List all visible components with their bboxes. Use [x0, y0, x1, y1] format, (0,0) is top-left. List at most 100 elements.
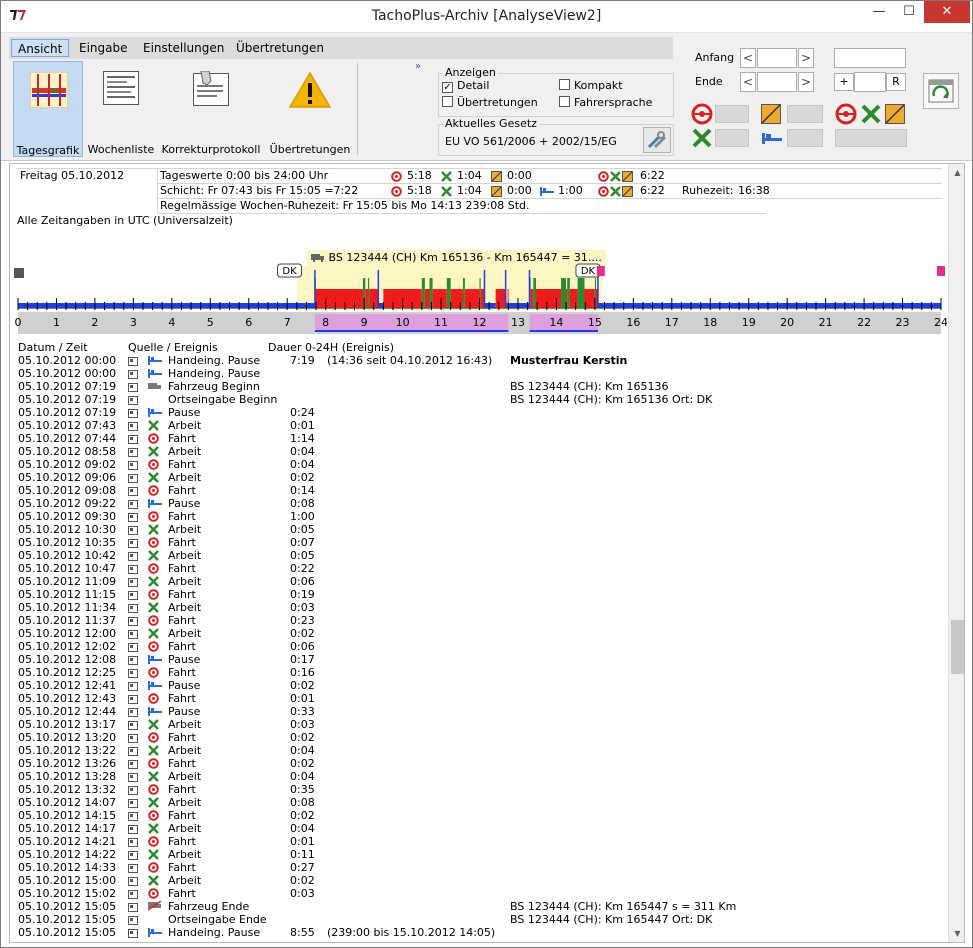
log-row[interactable]: 05.10.2012 15:05 Fahrzeug Ende BS 123444 (… [18, 900, 938, 913]
log-row[interactable]: 05.10.2012 15:02 Fahrt 0:03 [18, 887, 938, 900]
anfang-next-button[interactable]: > [798, 48, 814, 68]
maximize-button[interactable]: ☐ [894, 1, 924, 23]
log-row[interactable]: 05.10.2012 14:33 Fahrt 0:27 [18, 861, 938, 874]
kompakt-checkbox[interactable]: Kompakt [559, 79, 623, 92]
scroll-down-icon[interactable]: ▼ [949, 925, 964, 942]
vertical-scrollbar[interactable]: ▲ ▼ [948, 164, 964, 942]
log-row[interactable]: 05.10.2012 12:00 Arbeit 0:02 [18, 627, 938, 640]
log-row[interactable]: 05.10.2012 14:17 Arbeit 0:04 [18, 822, 938, 835]
log-date: 05.10.2012 15:00 [18, 874, 117, 887]
log-row[interactable]: 05.10.2012 12:08 Pause 0:17 [18, 653, 938, 666]
log-row[interactable]: 05.10.2012 14:22 Arbeit 0:11 [18, 848, 938, 861]
log-row[interactable]: 05.10.2012 10:30 Arbeit 0:05 [18, 523, 938, 536]
log-row[interactable]: 05.10.2012 12:43 Fahrt 0:01 [18, 692, 938, 705]
log-row[interactable]: 05.10.2012 15:00 Arbeit 0:02 [18, 874, 938, 887]
log-row[interactable]: 05.10.2012 14:21 Fahrt 0:01 [18, 835, 938, 848]
log-date: 05.10.2012 09:08 [18, 484, 117, 497]
log-row[interactable]: 05.10.2012 09:22 Pause 0:08 [18, 497, 938, 510]
log-row[interactable]: 05.10.2012 12:02 Fahrt 0:06 [18, 640, 938, 653]
log-row[interactable]: 05.10.2012 14:15 Fahrt 0:02 [18, 809, 938, 822]
close-button[interactable]: ✕ [924, 1, 970, 23]
hour-label: 21 [819, 316, 833, 329]
log-event: Fahrt [168, 757, 196, 770]
menu-einstellungen[interactable]: Einstellungen [137, 39, 230, 57]
log-row[interactable]: 05.10.2012 00:00 Handeing. Pause [18, 367, 938, 380]
log-row[interactable]: 05.10.2012 11:09 Arbeit 0:06 [18, 575, 938, 588]
log-row[interactable]: 05.10.2012 00:00 Handeing. Pause 7:19 (14:3… [18, 354, 938, 367]
log-duration: 0:02 [290, 679, 315, 692]
log-row[interactable]: 05.10.2012 07:19 Fahrzeug Beginn BS 123444… [18, 380, 938, 393]
log-date: 05.10.2012 12:43 [18, 692, 117, 705]
log-row[interactable]: 05.10.2012 09:02 Fahrt 0:04 [18, 458, 938, 471]
log-row[interactable]: 05.10.2012 10:35 Fahrt 0:07 [18, 536, 938, 549]
log-row[interactable]: 05.10.2012 09:30 Fahrt 1:00 [18, 510, 938, 523]
log-row[interactable]: 05.10.2012 11:34 Arbeit 0:03 [18, 601, 938, 614]
log-row[interactable]: 05.10.2012 07:43 Arbeit 0:01 [18, 419, 938, 432]
calendar-button[interactable] [923, 73, 959, 109]
menu-bar: Ansicht Eingabe Einstellungen Übertretun… [9, 37, 673, 59]
log-duration: 0:02 [290, 809, 315, 822]
law-settings-button[interactable] [643, 127, 671, 153]
log-row[interactable]: 05.10.2012 09:06 Arbeit 0:02 [18, 471, 938, 484]
log-row[interactable]: 05.10.2012 15:05 Handeing. Pause 8:55 (239:… [18, 926, 938, 939]
log-row[interactable]: 05.10.2012 12:41 Pause 0:02 [18, 679, 938, 692]
tagesgrafik-button[interactable]: Tagesgrafik [13, 61, 83, 157]
work-icon [692, 128, 712, 148]
anfang-field[interactable] [757, 48, 797, 68]
log-date: 05.10.2012 12:25 [18, 666, 117, 679]
log-row[interactable]: 05.10.2012 13:22 Arbeit 0:04 [18, 744, 938, 757]
plus-button[interactable]: + [834, 73, 854, 91]
drive-icon [148, 459, 159, 470]
log-row[interactable]: 05.10.2012 10:42 Arbeit 0:05 [18, 549, 938, 562]
log-row[interactable]: 05.10.2012 08:58 Arbeit 0:04 [18, 445, 938, 458]
log-row[interactable]: 05.10.2012 10:47 Fahrt 0:22 [18, 562, 938, 575]
menu-eingabe[interactable]: Eingabe [73, 39, 134, 57]
uebertretungen-checkbox[interactable]: Übertretungen [442, 96, 538, 109]
weekly-list-icon [103, 71, 139, 105]
menu-ansicht[interactable]: Ansicht [11, 39, 70, 57]
daily-chart-icon [30, 72, 68, 108]
log-row[interactable]: 05.10.2012 12:25 Fahrt 0:16 [18, 666, 938, 679]
drive-value-box [715, 105, 749, 123]
scroll-thumb[interactable] [951, 620, 964, 674]
log-event: Pause [168, 406, 201, 419]
minimize-button[interactable]: — [864, 1, 894, 23]
scroll-up-icon[interactable]: ▲ [949, 164, 964, 181]
offset-field[interactable] [854, 72, 886, 92]
uebertretungen-button[interactable]: Übertretungen [265, 61, 355, 157]
log-row[interactable]: 05.10.2012 13:26 Fahrt 0:02 [18, 757, 938, 770]
ende-prev-button[interactable]: < [740, 72, 756, 92]
ende-field[interactable] [757, 72, 797, 92]
detail-checkbox[interactable]: ✓ Detail [442, 79, 489, 93]
log-row[interactable]: 05.10.2012 12:44 Pause 0:33 [18, 705, 938, 718]
log-duration: 0:22 [290, 562, 315, 575]
wochenliste-button[interactable]: Wochenliste [85, 61, 157, 157]
menu-uebertretungen[interactable]: Übertretungen [230, 39, 330, 57]
log-row[interactable]: 05.10.2012 13:28 Arbeit 0:04 [18, 770, 938, 783]
log-duration: 0:05 [290, 549, 315, 562]
log-row[interactable]: 05.10.2012 13:20 Fahrt 0:02 [18, 731, 938, 744]
expand-chevron-icon[interactable]: » [415, 61, 421, 72]
log-duration: 0:08 [290, 796, 315, 809]
reset-button[interactable]: R [886, 73, 906, 91]
fahrersprache-checkbox[interactable]: Fahrersprache [559, 96, 652, 109]
log-row[interactable]: 05.10.2012 09:08 Fahrt 0:14 [18, 484, 938, 497]
anfang-date-field[interactable] [834, 48, 906, 68]
timeline-chart[interactable]: 0 1 2 3 4 5 6 7 8 9 10 11 12 13 14 15 16 17 18 19 20 21 22 23 24… [10, 248, 947, 334]
log-row[interactable]: 05.10.2012 13:17 Arbeit 0:03 [18, 718, 938, 731]
log-row[interactable]: 05.10.2012 11:37 Fahrt 0:23 [18, 614, 938, 627]
ende-next-button[interactable]: > [798, 72, 814, 92]
work-icon [148, 420, 159, 431]
log-event: Handeing. Pause [168, 926, 261, 939]
korrekturprotokoll-button[interactable]: Korrekturprotokoll [159, 61, 263, 157]
anfang-prev-button[interactable]: < [740, 48, 756, 68]
log-row[interactable]: 05.10.2012 07:19 Pause 0:24 [18, 406, 938, 419]
drive-icon [391, 186, 402, 197]
log-row[interactable]: 05.10.2012 13:32 Fahrt 0:35 [18, 783, 938, 796]
log-row[interactable]: 05.10.2012 07:19 Ortseingabe Beginn BS 123… [18, 393, 938, 406]
log-row[interactable]: 05.10.2012 11:15 Fahrt 0:19 [18, 588, 938, 601]
correction-protocol-icon [193, 71, 229, 106]
log-row[interactable]: 05.10.2012 15:05 Ortseingabe Ende BS 12344… [18, 913, 938, 926]
log-row[interactable]: 05.10.2012 07:44 Fahrt 1:14 [18, 432, 938, 445]
log-row[interactable]: 05.10.2012 14:07 Arbeit 0:08 [18, 796, 938, 809]
